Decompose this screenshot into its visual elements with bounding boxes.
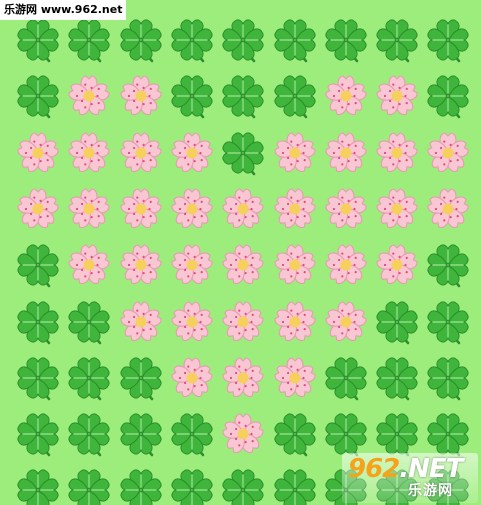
cherry-blossom-icon — [115, 295, 167, 349]
cherry-blossom-icon — [371, 69, 423, 123]
four-leaf-clover-icon — [166, 69, 218, 123]
cherry-blossom-icon — [217, 238, 269, 292]
four-leaf-clover-icon — [115, 463, 167, 505]
four-leaf-clover-icon — [217, 126, 269, 180]
four-leaf-clover-icon — [63, 351, 115, 405]
four-leaf-clover-icon — [422, 295, 474, 349]
logo-brand-suffix: .NET — [399, 454, 463, 484]
four-leaf-clover-icon — [12, 295, 64, 349]
four-leaf-clover-icon — [320, 13, 372, 67]
four-leaf-clover-icon — [115, 351, 167, 405]
cherry-blossom-icon — [217, 351, 269, 405]
four-leaf-clover-icon — [12, 351, 64, 405]
cherry-blossom-icon — [269, 126, 321, 180]
cherry-blossom-icon — [422, 126, 474, 180]
four-leaf-clover-icon — [12, 13, 64, 67]
four-leaf-clover-icon — [217, 13, 269, 67]
four-leaf-clover-icon — [115, 407, 167, 461]
four-leaf-clover-icon — [371, 351, 423, 405]
four-leaf-clover-icon — [422, 351, 474, 405]
four-leaf-clover-icon — [371, 13, 423, 67]
cherry-blossom-icon — [269, 182, 321, 236]
cherry-blossom-icon — [371, 126, 423, 180]
cherry-blossom-icon — [320, 182, 372, 236]
four-leaf-clover-icon — [12, 69, 64, 123]
four-leaf-clover-icon — [12, 407, 64, 461]
emoji-heart-puzzle-canvas: 乐游网 www.962.net 962.NET 乐游网 — [0, 0, 481, 505]
four-leaf-clover-icon — [422, 69, 474, 123]
cherry-blossom-icon — [269, 351, 321, 405]
four-leaf-clover-icon — [371, 295, 423, 349]
cherry-blossom-icon — [217, 295, 269, 349]
four-leaf-clover-icon — [269, 69, 321, 123]
four-leaf-clover-icon — [166, 13, 218, 67]
cherry-blossom-icon — [63, 182, 115, 236]
cherry-blossom-icon — [320, 69, 372, 123]
cherry-blossom-icon — [320, 295, 372, 349]
cherry-blossom-icon — [12, 182, 64, 236]
site-banner: 乐游网 www.962.net — [0, 0, 127, 20]
four-leaf-clover-icon — [63, 463, 115, 505]
logo-brand-subtitle: 乐游网 — [408, 483, 453, 499]
cherry-blossom-icon — [115, 126, 167, 180]
four-leaf-clover-icon — [269, 463, 321, 505]
cherry-blossom-icon — [166, 126, 218, 180]
cherry-blossom-icon — [63, 238, 115, 292]
cherry-blossom-icon — [115, 238, 167, 292]
four-leaf-clover-icon — [269, 407, 321, 461]
cherry-blossom-icon — [166, 238, 218, 292]
cherry-blossom-icon — [166, 182, 218, 236]
four-leaf-clover-icon — [269, 13, 321, 67]
cherry-blossom-icon — [422, 182, 474, 236]
cherry-blossom-icon — [269, 238, 321, 292]
four-leaf-clover-icon — [217, 463, 269, 505]
four-leaf-clover-icon — [422, 238, 474, 292]
four-leaf-clover-icon — [166, 463, 218, 505]
cherry-blossom-icon — [320, 238, 372, 292]
cherry-blossom-icon — [217, 182, 269, 236]
logo-watermark: 962.NET 乐游网 — [342, 453, 478, 503]
four-leaf-clover-icon — [12, 463, 64, 505]
four-leaf-clover-icon — [217, 69, 269, 123]
cherry-blossom-icon — [63, 126, 115, 180]
four-leaf-clover-icon — [12, 238, 64, 292]
four-leaf-clover-icon — [63, 13, 115, 67]
logo-brand: 962.NET — [348, 454, 463, 484]
cherry-blossom-icon — [217, 407, 269, 461]
cherry-blossom-icon — [371, 182, 423, 236]
cherry-blossom-icon — [115, 69, 167, 123]
cherry-blossom-icon — [166, 295, 218, 349]
four-leaf-clover-icon — [422, 13, 474, 67]
cherry-blossom-icon — [320, 126, 372, 180]
cherry-blossom-icon — [166, 351, 218, 405]
cherry-blossom-icon — [371, 238, 423, 292]
four-leaf-clover-icon — [320, 351, 372, 405]
cherry-blossom-icon — [115, 182, 167, 236]
cherry-blossom-icon — [63, 69, 115, 123]
four-leaf-clover-icon — [115, 13, 167, 67]
four-leaf-clover-icon — [63, 295, 115, 349]
cherry-blossom-icon — [12, 126, 64, 180]
four-leaf-clover-icon — [166, 407, 218, 461]
logo-brand-number: 962 — [348, 454, 400, 484]
cherry-blossom-icon — [269, 295, 321, 349]
four-leaf-clover-icon — [63, 407, 115, 461]
